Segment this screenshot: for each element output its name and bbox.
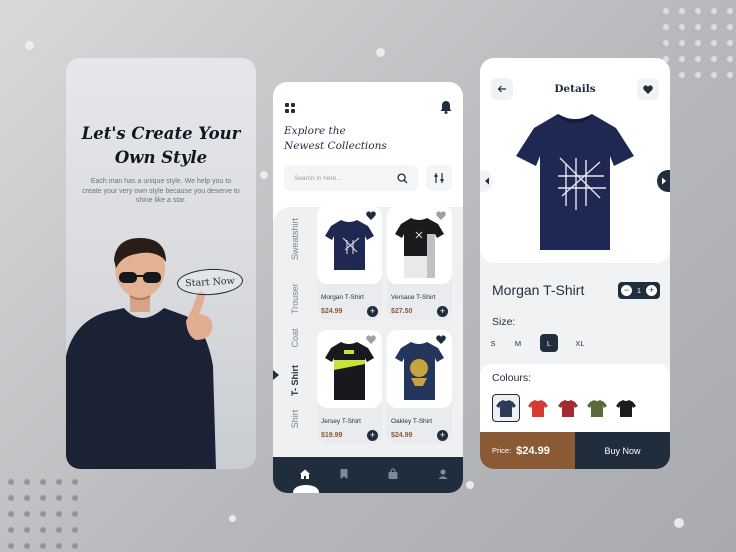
decorative-dot: [25, 41, 34, 50]
home-icon[interactable]: [299, 468, 311, 480]
favorite-heart-icon[interactable]: [366, 335, 376, 344]
colour-swatch-olive[interactable]: [583, 394, 611, 422]
product-title: Morgan T-Shirt: [492, 282, 585, 298]
decorative-dot-grid: [8, 479, 78, 549]
favorite-heart-icon[interactable]: [436, 335, 446, 344]
headline-line-2: Own Style: [114, 148, 208, 167]
size-option-xl[interactable]: XL: [571, 334, 589, 352]
product-price: $19.99: [321, 432, 343, 439]
favorite-heart-icon[interactable]: [366, 211, 376, 220]
size-label: Size:: [492, 316, 516, 328]
decrease-quantity-button[interactable]: −: [621, 285, 632, 296]
active-category-indicator: [273, 370, 279, 380]
decorative-dot: [674, 518, 684, 528]
add-to-cart-button[interactable]: +: [367, 430, 378, 441]
favorite-button[interactable]: [637, 78, 659, 100]
product-card[interactable]: Oakley T-Shirt $24.99 +: [387, 330, 452, 444]
details-screen: Details Morgan T-Shirt − 1 + Size: S M L…: [480, 58, 670, 469]
swatch-shirt-icon: [558, 400, 578, 417]
active-tab-notch: [293, 485, 319, 493]
colour-swatch-red[interactable]: [524, 394, 552, 422]
swatch-shirt-icon: [587, 400, 607, 417]
buy-now-button[interactable]: Buy Now: [575, 432, 670, 469]
product-name: Jersey T-Shirt: [321, 418, 361, 425]
search-input[interactable]: Search in here...: [284, 165, 418, 191]
product-price: $24.99: [391, 432, 413, 439]
price-display: Price: $24.99: [480, 432, 575, 469]
bell-icon[interactable]: [440, 100, 452, 114]
colour-selector: Colours:: [480, 364, 670, 432]
product-card[interactable]: Versace T-Shirt $27.50 +: [387, 206, 452, 320]
add-to-cart-button[interactable]: +: [367, 306, 378, 317]
product-card[interactable]: Jersey T-Shirt $19.99 +: [317, 330, 382, 444]
product-price: $27.50: [391, 308, 413, 315]
increase-quantity-button[interactable]: +: [645, 285, 657, 296]
page-title: Explore the Newest Collections: [284, 124, 387, 154]
title-line-1: Explore the: [284, 125, 346, 137]
colour-swatch-black[interactable]: [612, 394, 640, 422]
category-shirt[interactable]: Shirt: [290, 405, 300, 433]
favorite-heart-icon[interactable]: [436, 211, 446, 220]
chevron-right-icon: [661, 177, 666, 185]
add-to-cart-button[interactable]: +: [437, 306, 448, 317]
category-list: Sweatshirt Trouser Coat T- Shirt Shirt: [273, 207, 311, 457]
size-option-m[interactable]: M: [509, 334, 527, 352]
filter-button[interactable]: [426, 165, 452, 191]
onboarding-headline: Let's Create Your Own Style: [66, 122, 256, 170]
decorative-dot: [260, 171, 268, 179]
bag-icon[interactable]: [387, 468, 399, 480]
decorative-dot: [466, 481, 474, 489]
swatch-shirt-icon: [528, 400, 548, 417]
menu-grid-icon[interactable]: [285, 103, 295, 113]
title-line-2: Newest Collections: [284, 140, 387, 152]
category-sweatshirt[interactable]: Sweatshirt: [290, 218, 300, 260]
search-placeholder: Search in here...: [294, 174, 342, 182]
swatch-shirt-icon: [616, 400, 636, 417]
decorative-dot: [229, 515, 236, 522]
product-name: Oakley T-Shirt: [391, 418, 433, 425]
headline-line-1: Let's Create Your: [81, 124, 241, 143]
colour-swatch-navy[interactable]: [492, 394, 520, 422]
size-option-l[interactable]: L: [540, 334, 558, 352]
colours-label: Colours:: [492, 372, 532, 384]
onboarding-screen: Let's Create Your Own Style Each man has…: [66, 58, 256, 469]
price-label: Price:: [492, 446, 512, 455]
heart-icon: [643, 84, 653, 94]
home-screen: Explore the Newest Collections Search in…: [273, 82, 463, 493]
colour-swatch-maroon[interactable]: [554, 394, 582, 422]
quantity-value: 1: [636, 286, 642, 295]
filter-icon: [434, 173, 444, 183]
search-icon[interactable]: [397, 172, 408, 184]
decorative-dot: [376, 48, 385, 57]
onboarding-description: Each man has a unique style. We help you…: [82, 178, 240, 204]
product-name: Versace T-Shirt: [391, 294, 436, 301]
product-name: Morgan T-Shirt: [321, 294, 364, 301]
category-coat[interactable]: Coat: [290, 324, 300, 352]
quantity-stepper[interactable]: − 1 +: [618, 282, 660, 299]
chevron-left-icon: [484, 177, 489, 185]
product-main-image: [516, 114, 634, 250]
size-option-s[interactable]: S: [484, 334, 502, 352]
price-value: $24.99: [516, 444, 550, 457]
size-selector: S M L XL: [480, 334, 670, 354]
bookmark-icon[interactable]: [338, 468, 350, 480]
profile-icon[interactable]: [437, 468, 449, 480]
product-price: $24.99: [321, 308, 343, 315]
add-to-cart-button[interactable]: +: [437, 430, 448, 441]
swatch-shirt-icon: [496, 400, 516, 417]
category-t-shirt[interactable]: T- Shirt: [290, 365, 300, 396]
decorative-dot-grid: [663, 8, 733, 78]
category-trouser[interactable]: Trouser: [290, 283, 300, 314]
product-card[interactable]: Morgan T-Shirt $24.99 +: [317, 206, 382, 320]
